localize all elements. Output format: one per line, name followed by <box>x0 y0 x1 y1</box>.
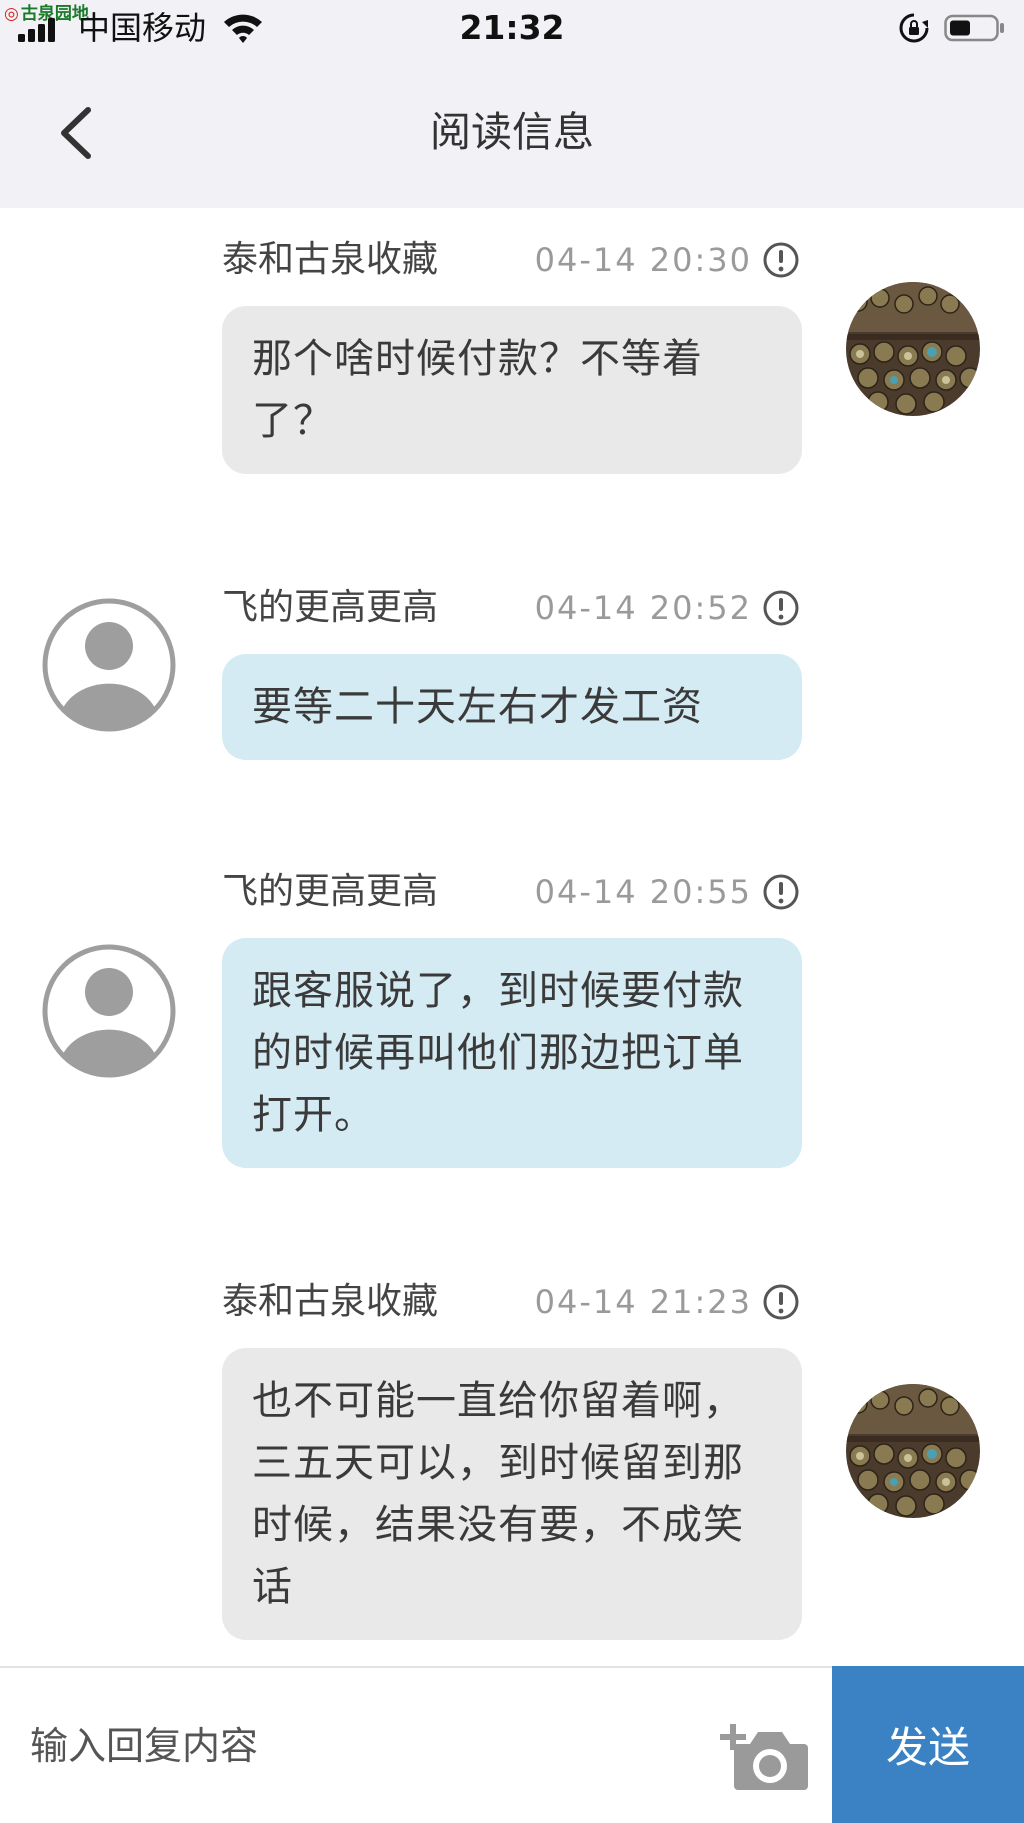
report-icon[interactable] <box>762 873 800 911</box>
sender-name: 泰和古泉收藏 <box>222 1281 439 1322</box>
status-bar: ◎ 古泉园地 中国移动 21:32 <box>0 0 1024 58</box>
message-list[interactable]: 泰和古泉收藏 04-14 20:30 那个啥时候付款？不等着了？ 飞的更高更高 … <box>0 208 1024 1666</box>
sender-name: 飞的更高更高 <box>222 871 439 912</box>
report-icon[interactable] <box>762 589 800 627</box>
message-bubble: 也不可能一直给你留着啊，三五天可以，到时候留到那时候，结果没有要，不成笑话 <box>222 1348 802 1640</box>
status-time: 21:32 <box>459 8 565 47</box>
navigation-bar: 阅读信息 <box>0 58 1024 208</box>
message-bubble: 跟客服说了，到时候要付款的时候再叫他们那边把订单打开。 <box>222 938 802 1168</box>
send-button[interactable]: 发送 <box>832 1666 1024 1823</box>
sender-name: 泰和古泉收藏 <box>222 239 439 280</box>
reply-bar: 发送 <box>0 1666 1024 1823</box>
message-bubble: 要等二十天左右才发工资 <box>222 654 802 760</box>
message-time: 04-14 20:30 <box>534 241 752 279</box>
report-icon[interactable] <box>762 241 800 279</box>
avatar-coin-collection[interactable] <box>846 1384 980 1518</box>
avatar-coin-collection[interactable] <box>846 282 980 416</box>
default-avatar-icon[interactable] <box>42 598 176 732</box>
message-time: 04-14 20:52 <box>534 589 752 627</box>
message-time: 04-14 20:55 <box>534 873 752 911</box>
coin-avatar-image <box>846 282 980 416</box>
message-time: 04-14 21:23 <box>534 1283 752 1321</box>
message-bubble: 那个啥时候付款？不等着了？ <box>222 306 802 474</box>
battery-icon <box>944 14 1004 42</box>
page-title: 阅读信息 <box>430 108 594 156</box>
default-avatar-icon[interactable] <box>42 944 176 1078</box>
report-icon[interactable] <box>762 1283 800 1321</box>
rotation-lock-icon <box>899 13 929 43</box>
reply-input[interactable] <box>30 1710 690 1782</box>
coin-avatar-image <box>846 1384 980 1518</box>
sender-name: 飞的更高更高 <box>222 587 439 628</box>
camera-add-icon[interactable] <box>720 1706 810 1790</box>
